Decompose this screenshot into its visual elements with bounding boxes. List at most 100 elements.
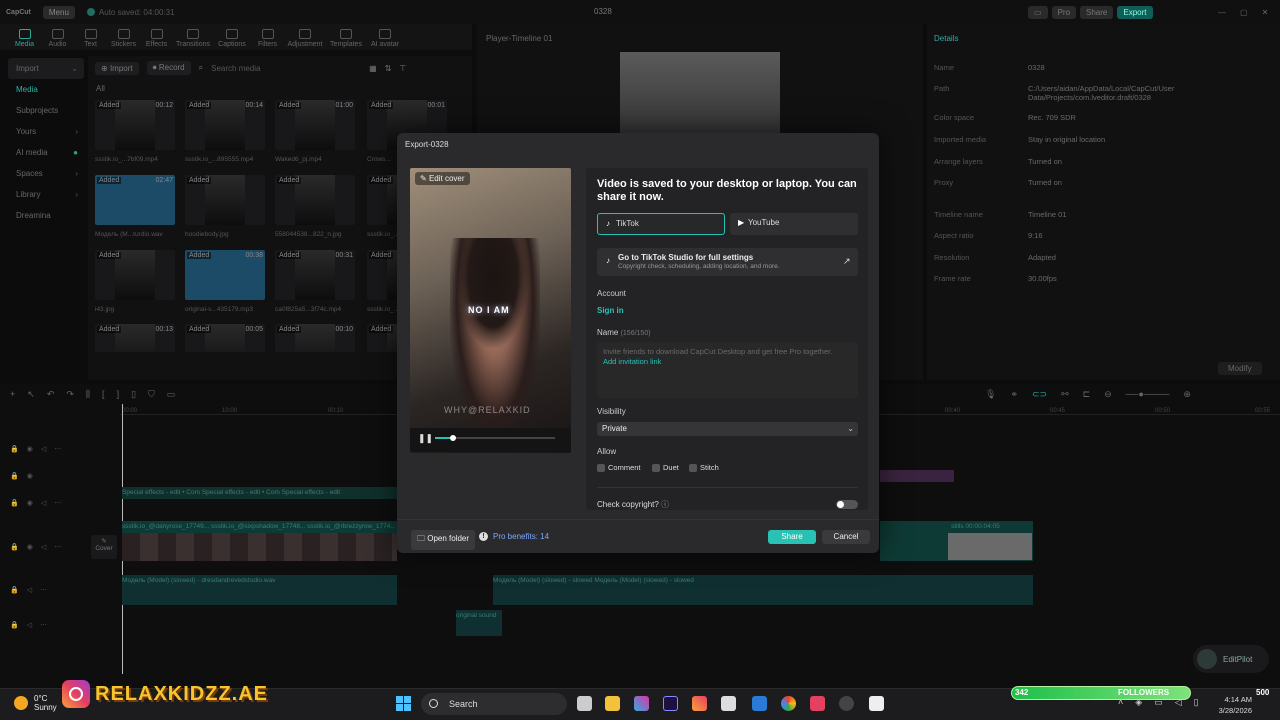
more-icon[interactable]: ⋯ bbox=[54, 499, 61, 507]
lock-icon[interactable]: 🔒 bbox=[10, 543, 19, 551]
stitch-checkbox[interactable]: Stitch bbox=[689, 463, 719, 472]
tool-transitions[interactable]: Transitions bbox=[173, 29, 213, 50]
comment-checkbox[interactable]: Comment bbox=[597, 463, 641, 472]
tool-ai-avatar[interactable]: AI avatar bbox=[366, 29, 404, 50]
weather-widget[interactable]: 0°C Sunny bbox=[14, 694, 57, 712]
split-icon[interactable]: ⫼ bbox=[86, 389, 90, 400]
media-thumbnail[interactable]: Added 00:05 bbox=[185, 324, 265, 352]
shield-icon[interactable]: ⛉ bbox=[148, 389, 155, 400]
media-thumbnail[interactable]: Added 00:31 bbox=[275, 250, 355, 300]
chrome-icon[interactable] bbox=[781, 696, 796, 711]
audio-icon[interactable]: ◁ bbox=[41, 499, 46, 507]
eye-icon[interactable]: ◉ bbox=[27, 445, 33, 453]
lock-icon[interactable]: 🔒 bbox=[10, 586, 19, 594]
video-clip-still[interactable] bbox=[948, 533, 1032, 560]
lock-icon[interactable]: 🔒 bbox=[10, 499, 19, 507]
lock-icon[interactable]: 🔒 bbox=[10, 621, 19, 629]
nav-media[interactable]: Media bbox=[8, 79, 84, 100]
tiktok-app-icon[interactable] bbox=[810, 696, 825, 711]
filter-icon[interactable]: ⊤ bbox=[399, 64, 406, 73]
share-button[interactable]: Share bbox=[1080, 5, 1114, 19]
file-explorer-icon[interactable] bbox=[605, 696, 620, 711]
taskbar-search[interactable]: Search bbox=[421, 693, 567, 715]
app-icon[interactable] bbox=[839, 696, 854, 711]
media-thumbnail[interactable]: Added 01:00 bbox=[275, 100, 355, 150]
eye-icon[interactable]: ◉ bbox=[27, 472, 33, 480]
share-confirm-button[interactable]: Share bbox=[768, 530, 816, 544]
nav-ai-media[interactable]: AI media ● bbox=[8, 142, 84, 163]
tool-captions[interactable]: Captions bbox=[213, 29, 251, 50]
clock[interactable]: 4:14 AM 3/28/2026 bbox=[1212, 694, 1252, 716]
minus-zoom-icon[interactable]: ⊖ bbox=[1104, 389, 1112, 400]
undo-icon[interactable]: ↶ bbox=[47, 389, 55, 400]
zoom-slider[interactable]: ──●──── bbox=[1126, 389, 1170, 400]
trim-right-icon[interactable]: ] bbox=[117, 389, 120, 400]
tool-filters[interactable]: Filters bbox=[251, 29, 284, 50]
chain-icon[interactable]: ⚯ bbox=[1061, 389, 1069, 400]
media-thumbnail[interactable]: Added 00:14 bbox=[185, 100, 265, 150]
media-thumbnail[interactable]: Added bbox=[275, 175, 355, 225]
youtube-tab[interactable]: ▶ YouTube bbox=[730, 213, 858, 235]
grid-view-icon[interactable]: ▦ bbox=[369, 64, 377, 73]
chevron-up-icon[interactable]: ˄ bbox=[1118, 697, 1123, 708]
media-thumbnail[interactable]: Added 00:12 bbox=[95, 100, 175, 150]
media-thumbnail[interactable]: Added 00:38 bbox=[185, 250, 265, 300]
lock-icon[interactable]: 🔒 bbox=[10, 472, 19, 480]
add-track-icon[interactable]: + bbox=[10, 389, 15, 400]
eye-icon[interactable]: ◉ bbox=[27, 499, 33, 507]
minimize-icon[interactable]: — bbox=[1218, 8, 1226, 17]
record-button[interactable]: ⏺ Record bbox=[146, 61, 191, 75]
more-icon[interactable]: ⋯ bbox=[54, 543, 61, 551]
trim-left-icon[interactable]: [ bbox=[102, 389, 105, 400]
export-button[interactable]: Export bbox=[1117, 5, 1153, 19]
screenshot-icon[interactable]: ▭ bbox=[167, 389, 176, 400]
after-effects-icon[interactable] bbox=[663, 696, 678, 711]
tool-templates[interactable]: Templates bbox=[326, 29, 366, 50]
mail-icon[interactable] bbox=[752, 696, 767, 711]
audio-icon[interactable]: ◁ bbox=[41, 445, 46, 453]
sort-icon[interactable]: ⇅ bbox=[385, 64, 392, 73]
more-icon[interactable]: ⋯ bbox=[40, 621, 47, 629]
eye-icon[interactable]: ◉ bbox=[27, 543, 33, 551]
media-thumbnail[interactable]: Added 00:10 bbox=[275, 324, 355, 352]
battery-icon[interactable]: ▯ bbox=[1194, 697, 1199, 708]
tool-effects[interactable]: Effects bbox=[140, 29, 173, 50]
modify-button[interactable]: Modify bbox=[1218, 362, 1262, 375]
help-icon[interactable]: ⓘ bbox=[661, 500, 669, 509]
pause-icon[interactable]: ❚❚ bbox=[418, 433, 433, 444]
capcut-taskbar-icon[interactable] bbox=[869, 696, 884, 711]
audio-track[interactable]: Модель (Model) (slowed) - dresdandreveds… bbox=[122, 575, 397, 605]
volume-icon[interactable]: ◁ bbox=[1175, 697, 1182, 708]
cover-button[interactable]: ✎ Cover bbox=[91, 535, 117, 559]
audio-icon[interactable]: ◁ bbox=[41, 543, 46, 551]
video-track-label[interactable]: ssstik.io_@danyrose_17749... ssstik.io_@… bbox=[122, 521, 397, 533]
copilot-icon[interactable] bbox=[634, 696, 649, 711]
media-thumbnail[interactable]: Added bbox=[185, 175, 265, 225]
redo-icon[interactable]: ↷ bbox=[66, 389, 74, 400]
original-sound-clip[interactable]: original sound bbox=[456, 610, 502, 636]
delete-icon[interactable]: ▯ bbox=[131, 389, 136, 400]
link-icon[interactable]: ⚭ bbox=[1010, 389, 1018, 400]
audio-track-right[interactable]: Модель (Model) (slowed) - slowed Модель … bbox=[493, 575, 1033, 605]
windows-start-icon[interactable] bbox=[396, 696, 412, 712]
close-icon[interactable]: ✕ bbox=[1262, 8, 1269, 17]
video-track-frames[interactable] bbox=[122, 533, 397, 561]
edit-cover-button[interactable]: ✎ Edit cover bbox=[415, 172, 470, 185]
tool-audio[interactable]: Audio bbox=[41, 29, 74, 50]
task-view-icon[interactable] bbox=[577, 696, 592, 711]
sign-in-link[interactable]: Sign in bbox=[597, 306, 624, 315]
more-icon[interactable]: ⋯ bbox=[40, 586, 47, 594]
select-icon[interactable]: ↖ bbox=[27, 389, 35, 400]
store-icon[interactable] bbox=[721, 696, 736, 711]
more-icon[interactable]: ⋯ bbox=[54, 445, 61, 453]
menu-button[interactable]: Menu bbox=[42, 5, 75, 19]
cancel-button[interactable]: Cancel bbox=[822, 530, 870, 544]
seek-bar[interactable] bbox=[435, 435, 555, 441]
network-icon[interactable]: ▭ bbox=[1154, 697, 1163, 708]
tray-app-icon[interactable]: ◈ bbox=[1135, 697, 1142, 708]
visibility-select[interactable]: Private ⌄ bbox=[597, 422, 858, 436]
effects-track[interactable]: Special effects - edit • Com Special eff… bbox=[122, 487, 397, 499]
tool-adjustment[interactable]: Adjustment bbox=[284, 29, 326, 50]
tool-text[interactable]: Text bbox=[74, 29, 107, 50]
lock-icon[interactable]: 🔒 bbox=[10, 445, 19, 453]
